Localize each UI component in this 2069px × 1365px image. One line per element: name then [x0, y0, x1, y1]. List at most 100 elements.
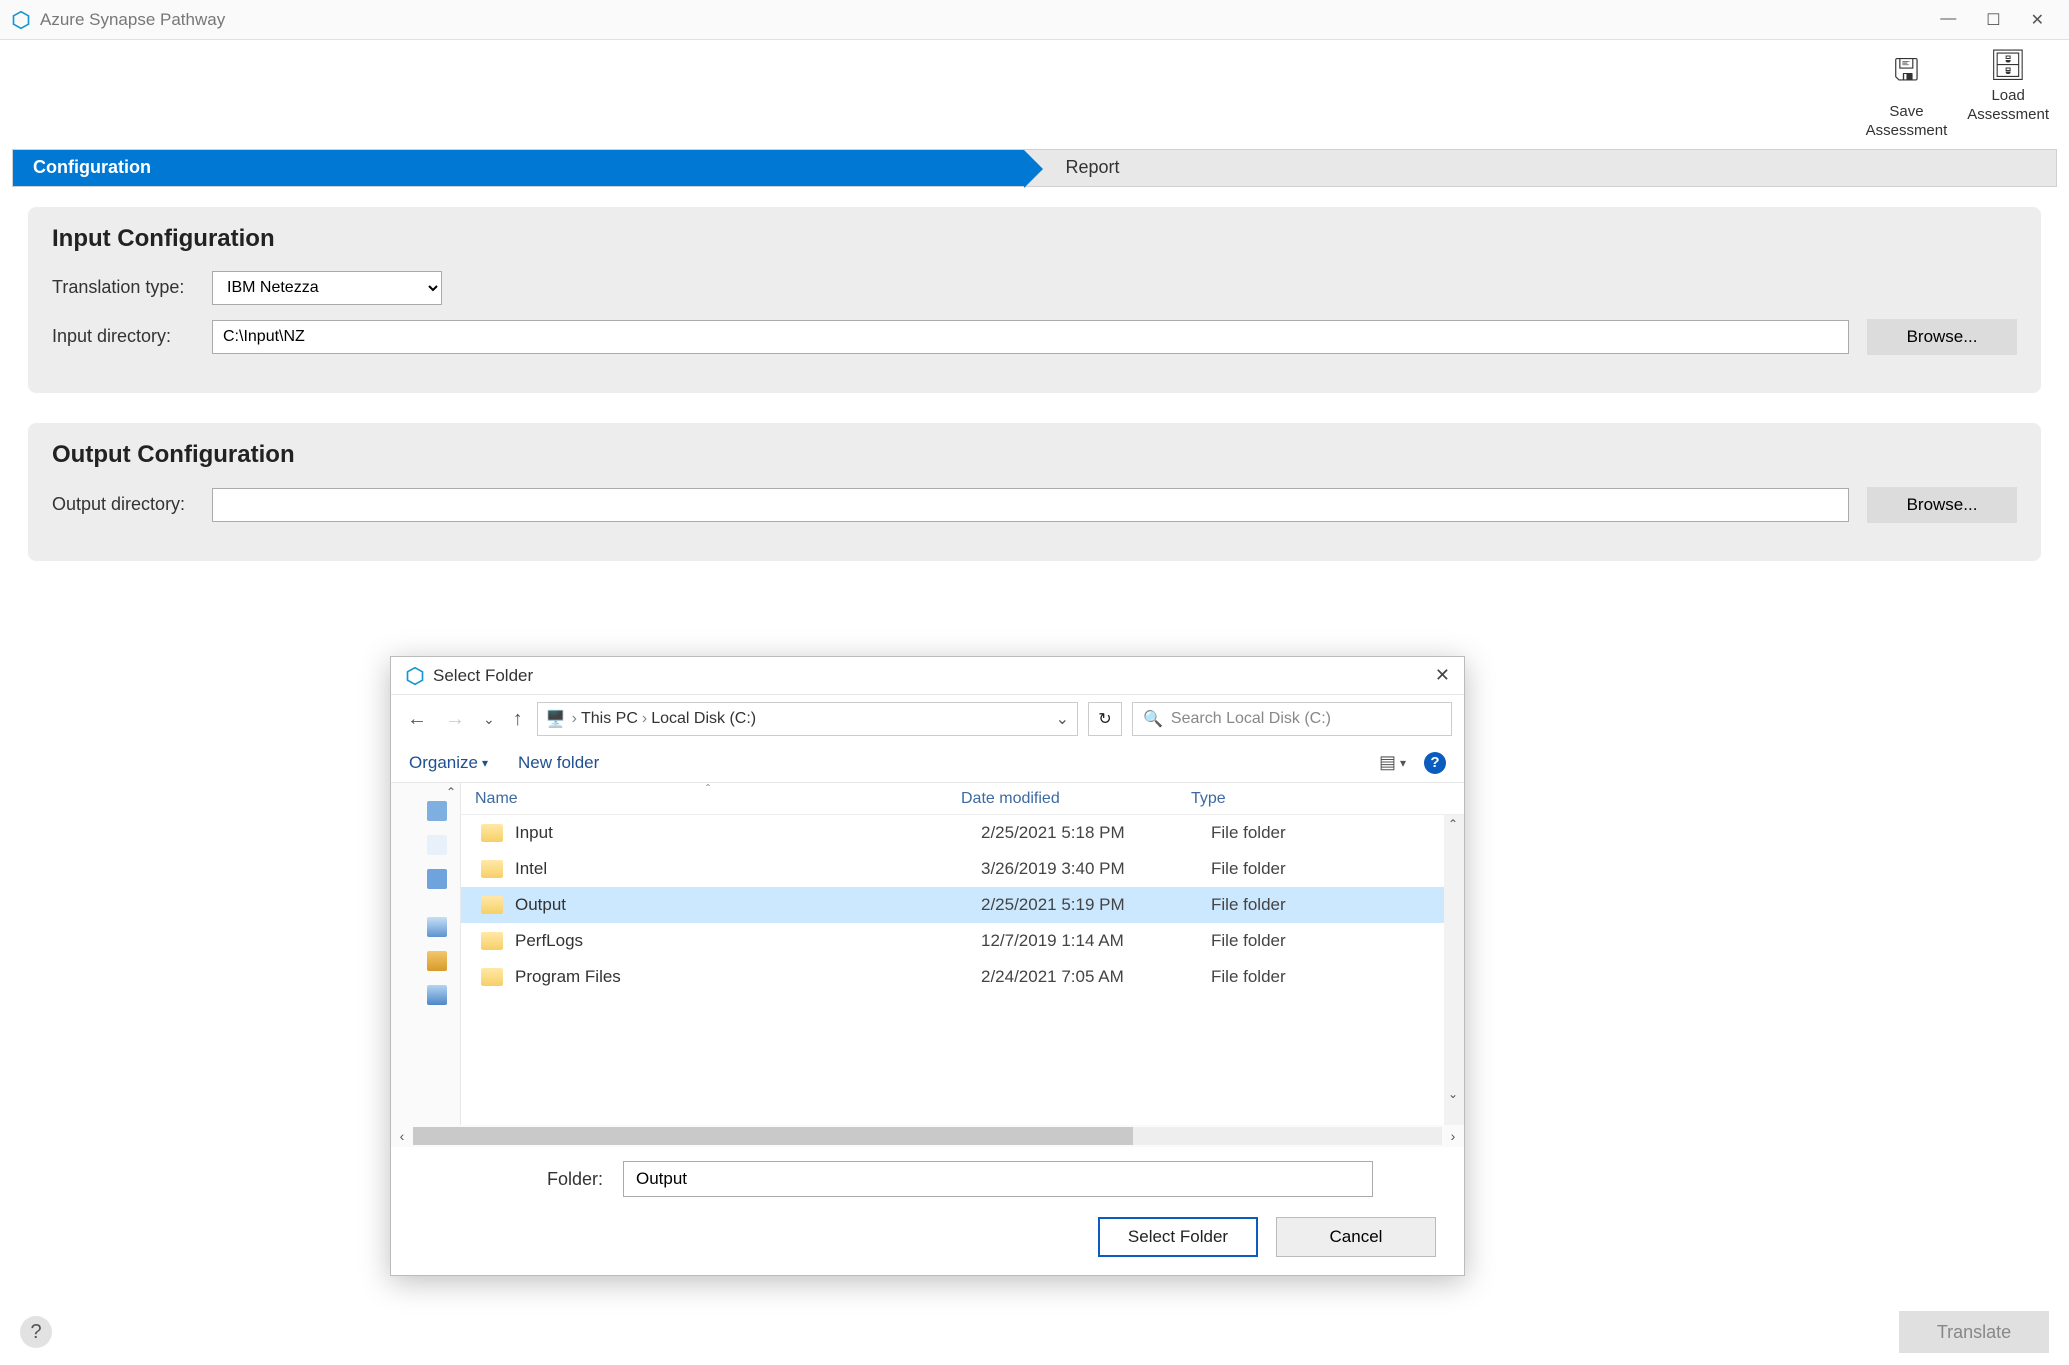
hscroll-right[interactable]: ›	[1442, 1128, 1464, 1144]
close-button[interactable]: ✕	[2031, 10, 2044, 30]
input-browse-button[interactable]: Browse...	[1867, 319, 2017, 355]
save-label: SaveAssessment	[1866, 103, 1948, 141]
dialog-toolbar: Organize ▾ New folder ▤ ▾ ?	[391, 743, 1464, 783]
window-controls: — ☐ ✕	[1940, 10, 2059, 30]
organize-menu[interactable]: Organize ▾	[409, 753, 488, 773]
address-bar[interactable]: 🖥️ › This PC › Local Disk (C:) ⌄	[537, 702, 1078, 736]
this-pc-icon: 🖥️	[546, 709, 566, 729]
folder-icon	[481, 932, 503, 950]
folder-type: File folder	[1211, 859, 1464, 879]
dialog-title: Select Folder	[433, 666, 533, 686]
input-directory-label: Input directory:	[52, 326, 212, 347]
translation-type-select[interactable]: IBM Netezza	[212, 271, 442, 305]
select-folder-button[interactable]: Select Folder	[1098, 1217, 1258, 1257]
load-icon: 🗄	[1989, 48, 2027, 83]
folder-icon	[481, 860, 503, 878]
folder-type: File folder	[1211, 931, 1464, 951]
folder-row[interactable]: Program Files2/24/2021 7:05 AMFile folde…	[461, 959, 1464, 995]
tab-report-label: Report	[1066, 157, 1120, 178]
maximize-button[interactable]: ☐	[1986, 10, 2000, 30]
sidebar-scroll-up[interactable]: ⌃	[446, 785, 456, 799]
file-list-pane: ˆ Name Date modified Type Input2/25/2021…	[461, 783, 1464, 1125]
load-label: LoadAssessment	[1967, 87, 2049, 125]
help-button[interactable]: ?	[20, 1316, 52, 1348]
input-config-heading: Input Configuration	[52, 225, 2017, 253]
save-assessment-button[interactable]: 🖫 SaveAssessment	[1866, 48, 1948, 141]
cancel-button[interactable]: Cancel	[1276, 1217, 1436, 1257]
organize-label: Organize	[409, 753, 478, 773]
nav-up-button[interactable]: ↑	[509, 708, 527, 731]
output-directory-row: Output directory: Browse...	[52, 487, 2017, 523]
dialog-footer: Folder: Select Folder Cancel	[391, 1147, 1464, 1275]
input-configuration-panel: Input Configuration Translation type: IB…	[28, 207, 2041, 393]
tab-configuration[interactable]: Configuration	[13, 150, 1024, 186]
view-mode-button[interactable]: ▤ ▾	[1379, 752, 1406, 773]
folder-date: 3/26/2019 3:40 PM	[981, 859, 1211, 879]
folder-row[interactable]: Intel3/26/2019 3:40 PMFile folder	[461, 851, 1464, 887]
app-icon	[10, 9, 32, 31]
input-directory-row: Input directory: Browse...	[52, 319, 2017, 355]
output-directory-label: Output directory:	[52, 494, 212, 515]
column-date-modified[interactable]: Date modified	[961, 783, 1191, 814]
title-bar: Azure Synapse Pathway — ☐ ✕	[0, 0, 2069, 40]
folder-row[interactable]: PerfLogs12/7/2019 1:14 AMFile folder	[461, 923, 1464, 959]
tab-report[interactable]: Report	[1024, 150, 2057, 186]
translation-type-label: Translation type:	[52, 277, 212, 298]
translation-type-row: Translation type: IBM Netezza	[52, 271, 2017, 305]
breadcrumb-drive[interactable]: Local Disk (C:)	[651, 710, 756, 728]
output-directory-field[interactable]	[212, 488, 1849, 522]
folder-name: Intel	[515, 859, 981, 879]
load-assessment-button[interactable]: 🗄 LoadAssessment	[1967, 48, 2049, 141]
folder-type: File folder	[1211, 895, 1464, 915]
folder-row[interactable]: Input2/25/2021 5:18 PMFile folder	[461, 815, 1464, 851]
sort-indicator-icon: ˆ	[706, 783, 710, 796]
dialog-nav-bar: ← → ⌄ ↑ 🖥️ › This PC › Local Disk (C:) ⌄…	[391, 695, 1464, 743]
folder-icon	[481, 896, 503, 914]
nav-history-dropdown[interactable]: ⌄	[479, 711, 499, 728]
folder-name: PerfLogs	[515, 931, 981, 951]
folder-type: File folder	[1211, 967, 1464, 987]
step-tabs: Configuration Report	[12, 149, 2057, 187]
folder-icon	[481, 824, 503, 842]
column-type[interactable]: Type	[1191, 783, 1464, 814]
breadcrumb-this-pc[interactable]: This PC	[581, 710, 638, 728]
input-directory-field[interactable]	[212, 320, 1849, 354]
new-folder-button[interactable]: New folder	[518, 753, 599, 773]
nav-back-button[interactable]: ←	[403, 708, 431, 731]
dialog-close-button[interactable]: ✕	[1435, 665, 1450, 686]
hscroll-left[interactable]: ‹	[391, 1128, 413, 1144]
folder-name-row: Folder:	[411, 1161, 1444, 1197]
search-field[interactable]: 🔍 Search Local Disk (C:)	[1132, 702, 1452, 736]
minimize-button[interactable]: —	[1940, 10, 1956, 30]
folder-name-field[interactable]	[623, 1161, 1373, 1197]
dialog-app-icon	[405, 666, 425, 686]
folder-date: 2/25/2021 5:18 PM	[981, 823, 1211, 843]
dialog-sidebar[interactable]: ⌃	[391, 783, 461, 1125]
folder-date: 2/24/2021 7:05 AM	[981, 967, 1211, 987]
nav-forward-button[interactable]: →	[441, 708, 469, 731]
footer: ? Translate	[0, 1299, 2069, 1365]
output-config-heading: Output Configuration	[52, 441, 2017, 469]
column-name[interactable]: Name	[461, 783, 961, 814]
file-rows: Input2/25/2021 5:18 PMFile folderIntel3/…	[461, 815, 1464, 995]
chevron-icon: ›	[572, 710, 577, 728]
output-browse-button[interactable]: Browse...	[1867, 487, 2017, 523]
save-icon: 🖫	[1894, 48, 1920, 99]
folder-type: File folder	[1211, 823, 1464, 843]
search-icon: 🔍	[1143, 709, 1163, 729]
folder-date: 2/25/2021 5:19 PM	[981, 895, 1211, 915]
folder-name: Output	[515, 895, 981, 915]
folder-date: 12/7/2019 1:14 AM	[981, 931, 1211, 951]
refresh-button[interactable]: ↻	[1088, 702, 1122, 736]
dialog-help-button[interactable]: ?	[1424, 752, 1446, 774]
dialog-body: ⌃ ˆ Name Date modified Type Input2/25/20…	[391, 783, 1464, 1125]
horizontal-scrollbar[interactable]: ‹ ›	[391, 1125, 1464, 1147]
address-dropdown-icon[interactable]: ⌄	[1056, 709, 1069, 729]
app-title: Azure Synapse Pathway	[40, 10, 225, 30]
top-toolbar: 🖫 SaveAssessment 🗄 LoadAssessment	[0, 40, 2069, 145]
folder-label: Folder:	[411, 1169, 611, 1190]
vertical-scrollbar[interactable]	[1444, 815, 1464, 1125]
folder-row[interactable]: Output2/25/2021 5:19 PMFile folder	[461, 887, 1464, 923]
chevron-icon: ›	[642, 710, 647, 728]
translate-button[interactable]: Translate	[1899, 1311, 2049, 1353]
